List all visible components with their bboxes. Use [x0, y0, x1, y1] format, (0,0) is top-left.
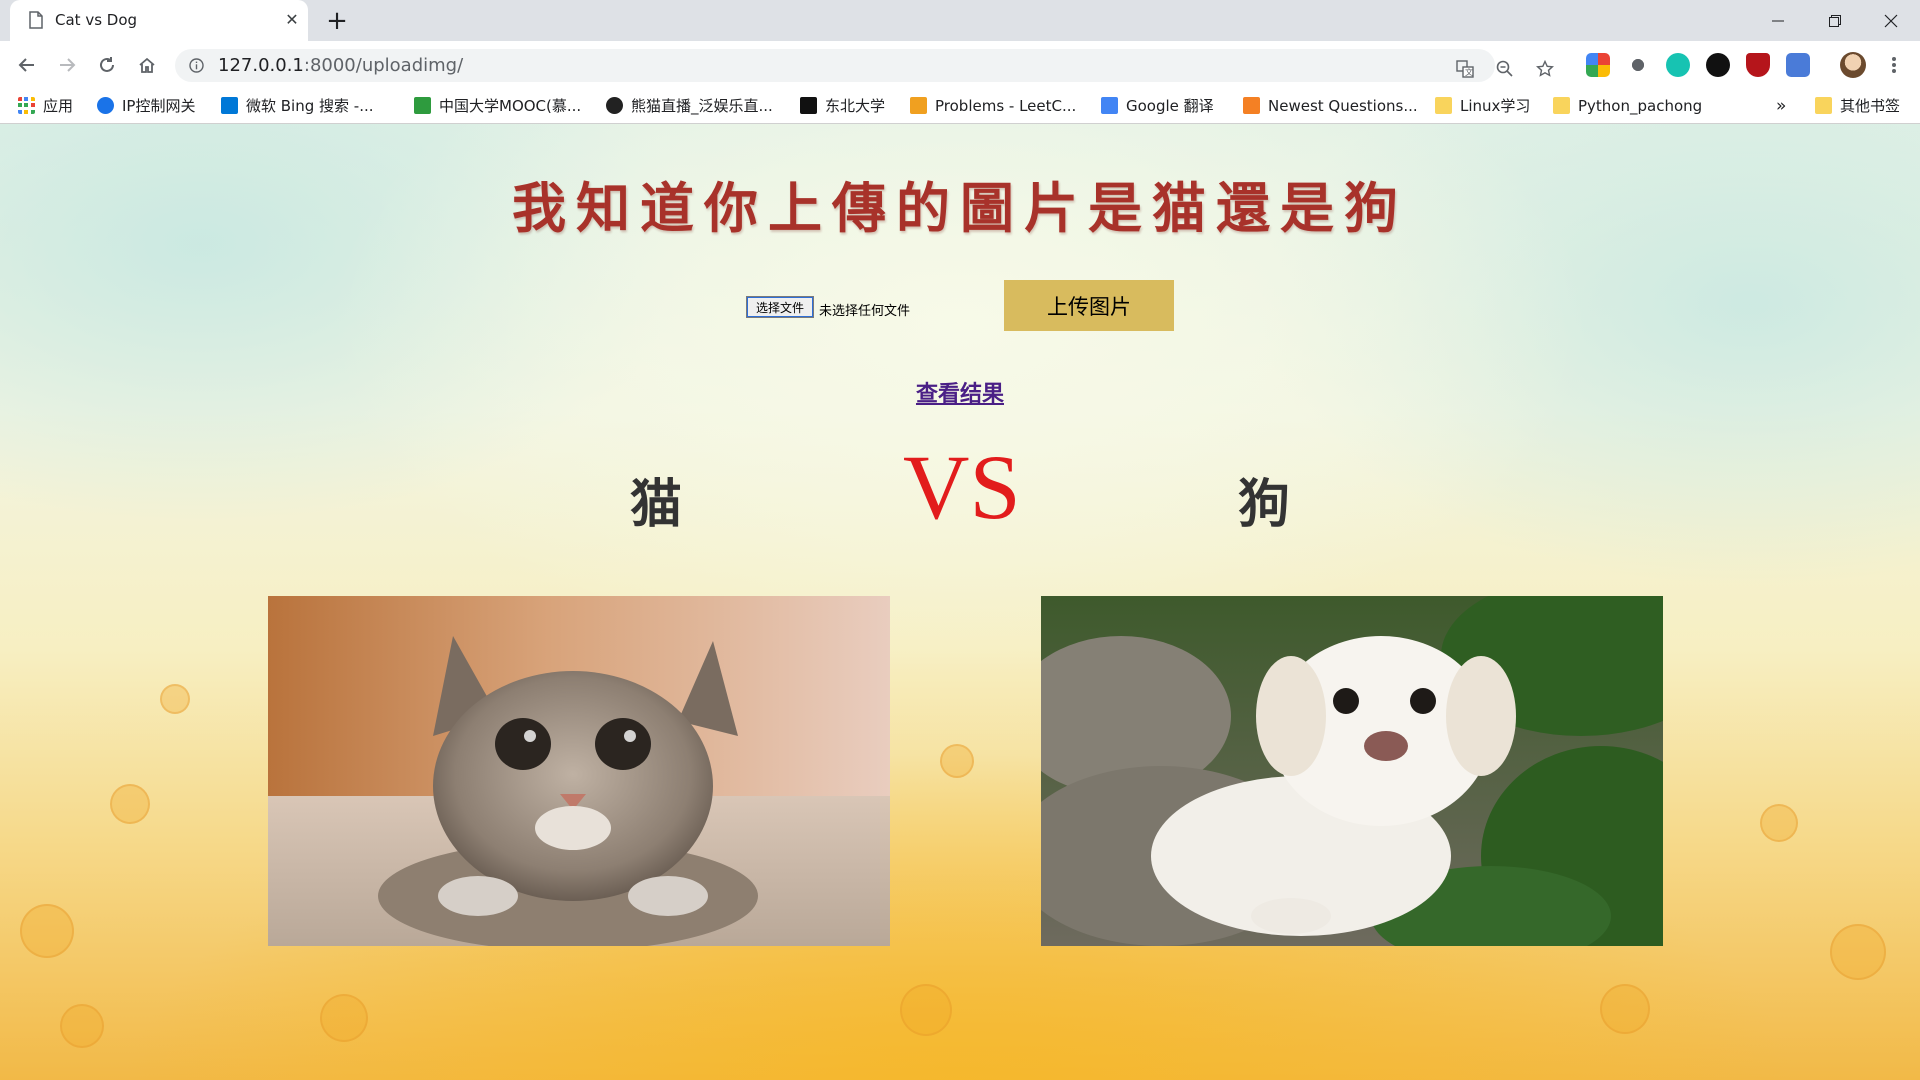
folder-icon — [1815, 97, 1832, 114]
folder-icon — [1435, 97, 1452, 114]
bookmark-label: 应用 — [43, 97, 74, 115]
star-icon[interactable] — [1533, 57, 1557, 81]
page-title: 我知道你上傳的圖片是猫還是狗 — [512, 176, 1408, 240]
folder-icon — [1553, 97, 1570, 114]
bookmarks-bar: 应用 IP控制网关 微软 Bing 搜索 -... 中国大学MOOC(慕... … — [0, 88, 1920, 124]
close-icon[interactable]: ✕ — [282, 10, 302, 30]
flower-decoration — [110, 784, 150, 824]
address-bar[interactable]: 127.0.0.1:8000/uploadimg/ 文 — [175, 49, 1554, 82]
bookmark-bing[interactable]: 微软 Bing 搜索 -... — [221, 88, 374, 123]
file-status-text: 未选择任何文件 — [819, 304, 911, 319]
bookmark-folder-python[interactable]: Python_pachong — [1553, 88, 1702, 123]
upload-image-button[interactable]: 上传图片 — [1004, 280, 1174, 331]
cat-label: 猫 — [630, 474, 683, 535]
flower-decoration — [320, 994, 368, 1042]
extension-translate-icon[interactable] — [1786, 53, 1810, 77]
zoom-icon[interactable] — [1493, 57, 1517, 81]
extension-ublock-icon[interactable] — [1746, 53, 1770, 77]
bookmark-label: 中国大学MOOC(慕... — [439, 97, 582, 115]
minimize-icon[interactable] — [1749, 0, 1807, 41]
url-text: 127.0.0.1:8000/uploadimg/ — [218, 55, 463, 76]
bookmark-label: 东北大学 — [825, 97, 886, 115]
bookmark-label: 熊猫直播_泛娱乐直... — [631, 97, 773, 115]
panda-icon — [606, 97, 623, 114]
plus-icon[interactable]: + — [319, 5, 355, 36]
bookmark-folder-other[interactable]: 其他书签 — [1815, 88, 1900, 123]
avatar[interactable] — [1840, 52, 1866, 78]
bookmark-label: Newest Questions... — [1268, 96, 1418, 115]
cat-photo — [268, 596, 890, 946]
tab-title: Cat vs Dog — [55, 11, 138, 29]
page-content: 我知道你上傳的圖片是猫還是狗 选择文件 未选择任何文件 上传图片 查看结果 猫 … — [0, 124, 1920, 1080]
bookmark-neu[interactable]: 东北大学 — [800, 88, 885, 123]
reload-icon[interactable] — [93, 51, 121, 79]
bookmark-ip-gateway[interactable]: IP控制网关 — [97, 88, 195, 123]
bookmark-label: Google 翻译 — [1126, 97, 1214, 115]
bookmark-google-translate[interactable]: Google 翻译 — [1101, 88, 1214, 123]
dog-photo — [1041, 596, 1663, 946]
bookmark-mooc[interactable]: 中国大学MOOC(慕... — [414, 88, 581, 123]
back-icon[interactable] — [13, 51, 41, 79]
blackboard-icon — [800, 97, 817, 114]
apps-grid-icon — [18, 97, 35, 114]
url-path: :8000/uploadimg/ — [303, 55, 464, 76]
flower-decoration — [900, 984, 952, 1036]
flower-decoration — [1830, 924, 1886, 980]
extension-dark-icon[interactable] — [1706, 53, 1730, 77]
view-result-link: 查看结果 — [0, 376, 1920, 408]
bookmark-label: 微软 Bing 搜索 -... — [246, 97, 374, 115]
tab-strip: Cat vs Dog ✕ + — [0, 0, 1920, 41]
bookmark-label: Problems - LeetC... — [935, 96, 1077, 115]
choose-file-button[interactable]: 选择文件 — [746, 296, 814, 318]
bookmark-folder-linux[interactable]: Linux学习 — [1435, 88, 1530, 123]
translate-icon[interactable]: 文 — [1453, 57, 1477, 81]
stackoverflow-icon — [1243, 97, 1260, 114]
extension-chrome-icon[interactable] — [1586, 53, 1610, 77]
bookmark-panda[interactable]: 熊猫直播_泛娱乐直... — [606, 88, 773, 123]
url-host: 127.0.0.1 — [218, 55, 304, 76]
bookmark-apps[interactable]: 应用 — [18, 88, 73, 123]
bookmark-label: Python_pachong — [1578, 96, 1703, 115]
flower-decoration — [1600, 984, 1650, 1034]
flower-decoration — [20, 904, 74, 958]
svg-text:文: 文 — [1465, 67, 1473, 77]
leetcode-icon — [910, 97, 927, 114]
bookmarks-overflow-icon[interactable]: » — [1776, 88, 1786, 123]
bookmark-label: IP控制网关 — [122, 97, 196, 115]
browser-toolbar: 127.0.0.1:8000/uploadimg/ 文 — [0, 41, 1920, 88]
bing-icon — [221, 97, 238, 114]
forward-icon[interactable] — [53, 51, 81, 79]
flower-decoration — [160, 684, 190, 714]
mooc-icon — [414, 97, 431, 114]
view-result-link-text[interactable]: 查看结果 — [916, 382, 1004, 407]
flower-decoration — [940, 744, 974, 778]
info-icon[interactable] — [189, 58, 204, 73]
vs-label: VS — [903, 436, 1021, 538]
extension-lightbulb-icon[interactable] — [1626, 53, 1650, 77]
bookmark-label: 其他书签 — [1840, 97, 1901, 115]
google-translate-icon — [1101, 97, 1118, 114]
tab-active[interactable]: Cat vs Dog ✕ — [10, 0, 308, 41]
dog-label: 狗 — [1238, 474, 1291, 535]
flower-decoration — [60, 1004, 104, 1048]
home-icon[interactable] — [133, 51, 161, 79]
doc-icon — [29, 11, 43, 29]
bookmark-label: Linux学习 — [1460, 97, 1531, 115]
extension-m-icon[interactable] — [1666, 53, 1690, 77]
menu-icon[interactable] — [1880, 51, 1908, 79]
bookmark-stackoverflow[interactable]: Newest Questions... — [1243, 88, 1418, 123]
globe-icon — [97, 97, 114, 114]
flower-decoration — [1760, 804, 1798, 842]
close-window-icon[interactable] — [1862, 0, 1920, 41]
restore-icon[interactable] — [1806, 0, 1864, 41]
bookmark-leetcode[interactable]: Problems - LeetC... — [910, 88, 1076, 123]
